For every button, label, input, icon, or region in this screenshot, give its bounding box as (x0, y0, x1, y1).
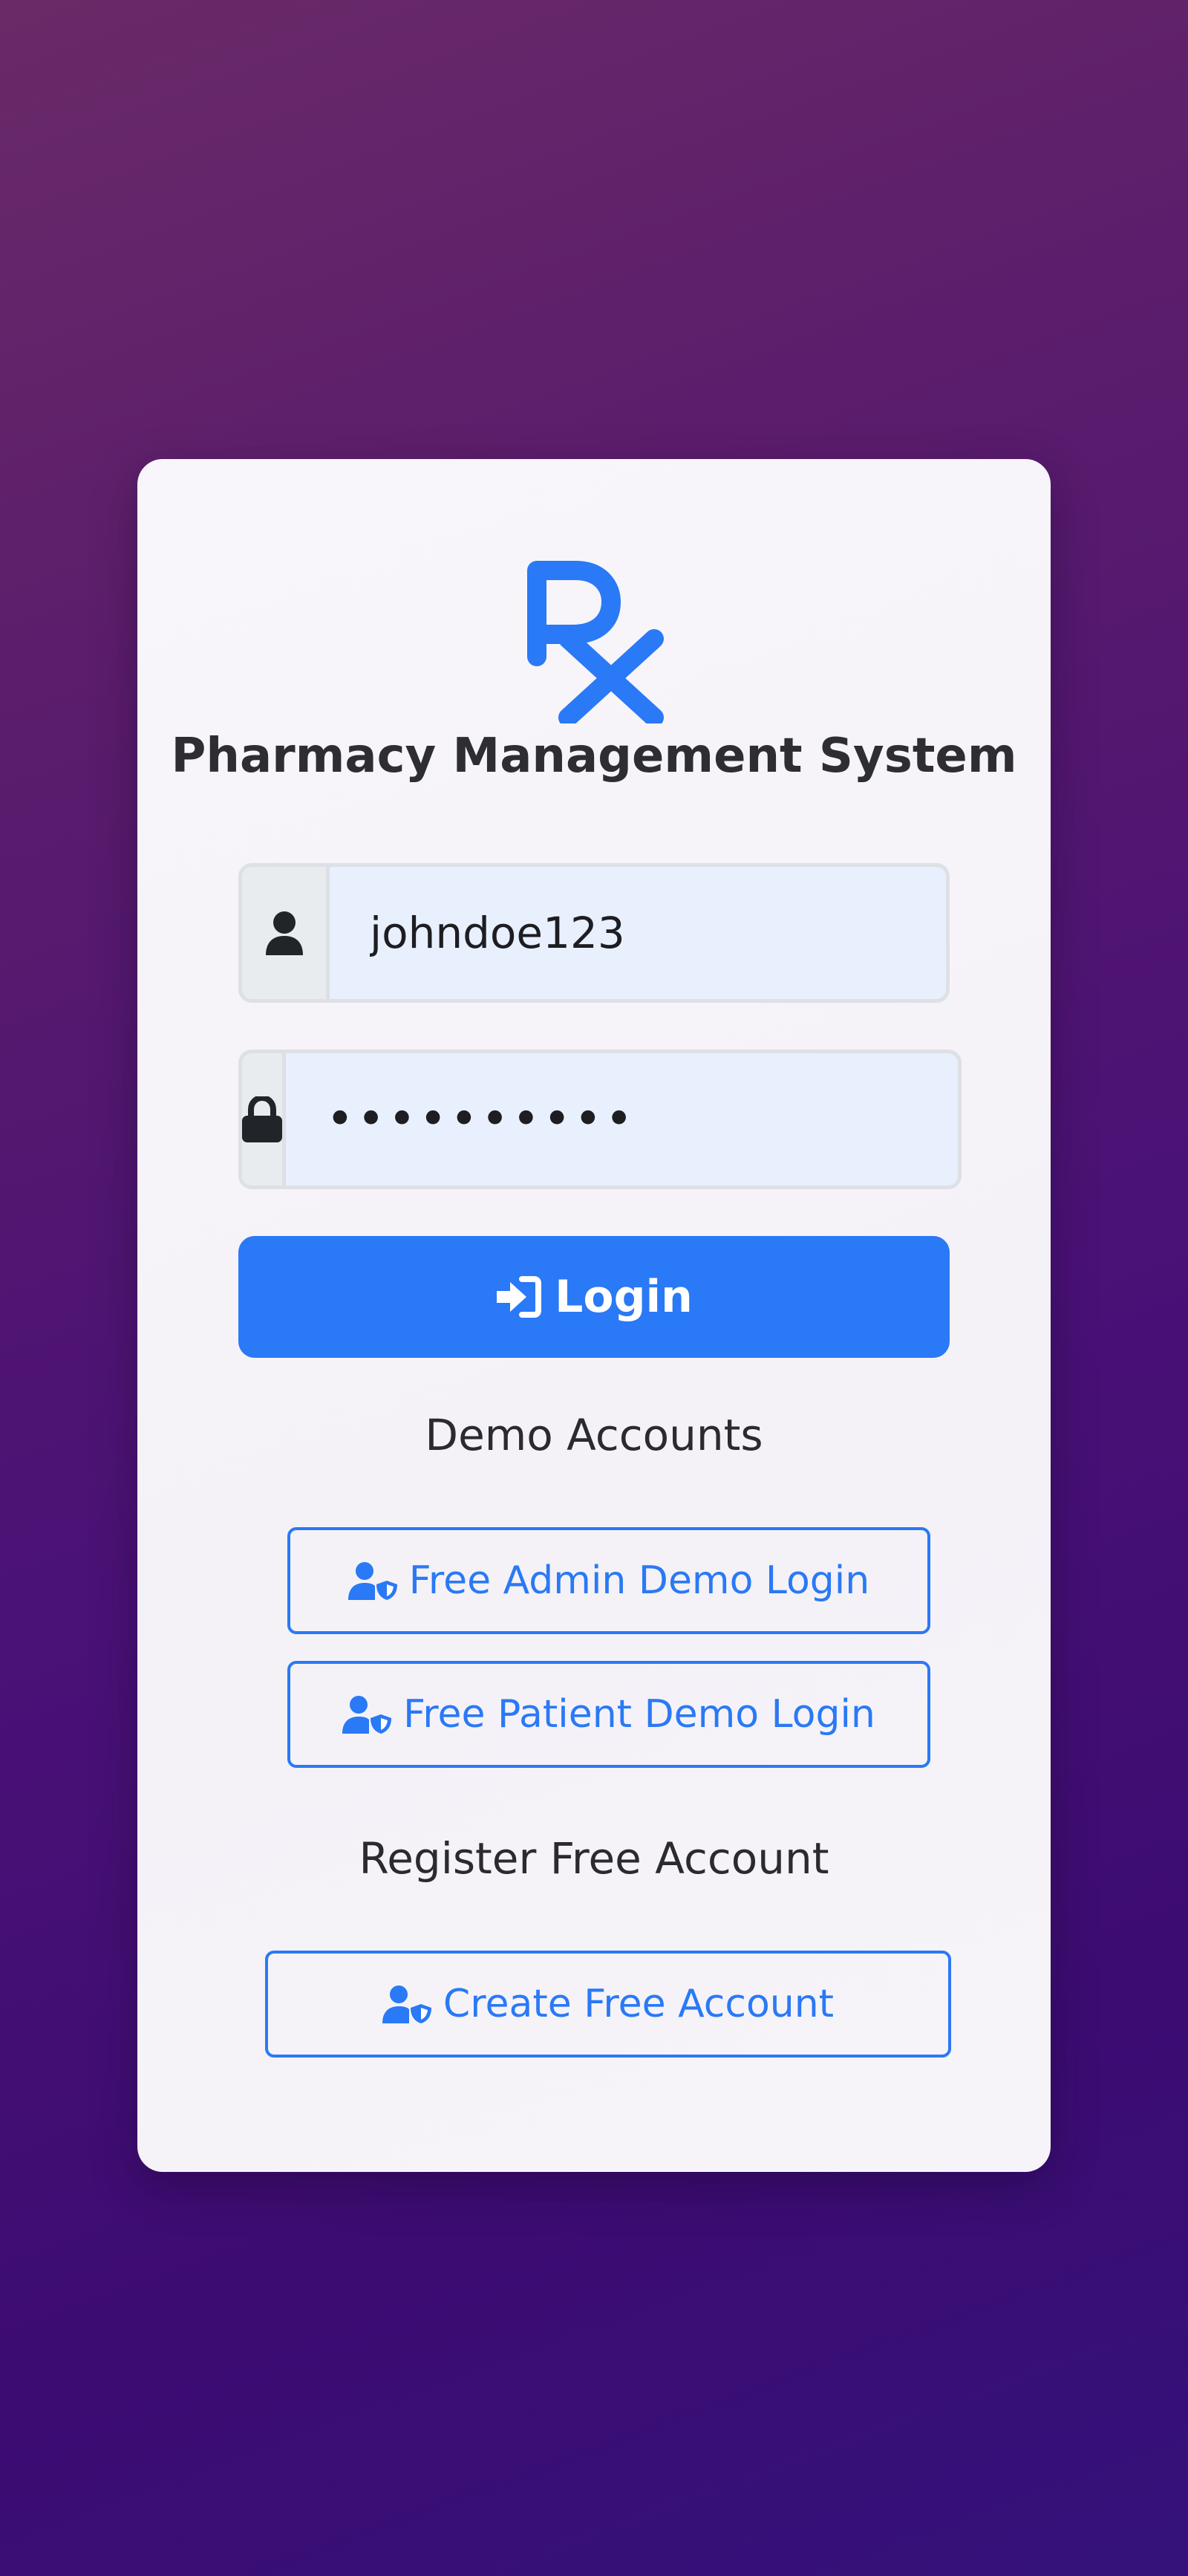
lock-icon (242, 1096, 282, 1142)
demo-accounts-heading: Demo Accounts (425, 1410, 763, 1460)
username-group (238, 863, 950, 1003)
login-card: Pharmacy Management System johndoe123 ••… (137, 459, 1051, 2172)
login-button[interactable]: Login (238, 1236, 950, 1358)
patient-demo-login-button[interactable]: Free Patient Demo Login (287, 1661, 930, 1768)
create-account-button[interactable]: Create Free Account (265, 1951, 951, 2058)
sign-in-icon (495, 1276, 542, 1318)
register-heading: Register Free Account (359, 1833, 829, 1884)
username-addon (238, 863, 326, 1003)
login-button-label: Login (555, 1271, 693, 1323)
user-shield-icon (382, 1985, 431, 2023)
username-input[interactable] (326, 863, 950, 1003)
user-shield-icon (342, 1695, 392, 1734)
user-shield-icon (347, 1561, 397, 1600)
admin-demo-login-button[interactable]: Free Admin Demo Login (287, 1527, 930, 1634)
admin-demo-login-label: Free Admin Demo Login (408, 1558, 870, 1603)
patient-demo-login-label: Free Patient Demo Login (403, 1692, 875, 1737)
password-group (238, 1050, 962, 1189)
create-account-label: Create Free Account (443, 1982, 835, 2026)
password-addon (238, 1050, 282, 1189)
page-title: Pharmacy Management System (171, 729, 1017, 784)
rx-icon (527, 561, 664, 723)
password-input[interactable] (282, 1050, 962, 1189)
user-icon (264, 911, 304, 955)
